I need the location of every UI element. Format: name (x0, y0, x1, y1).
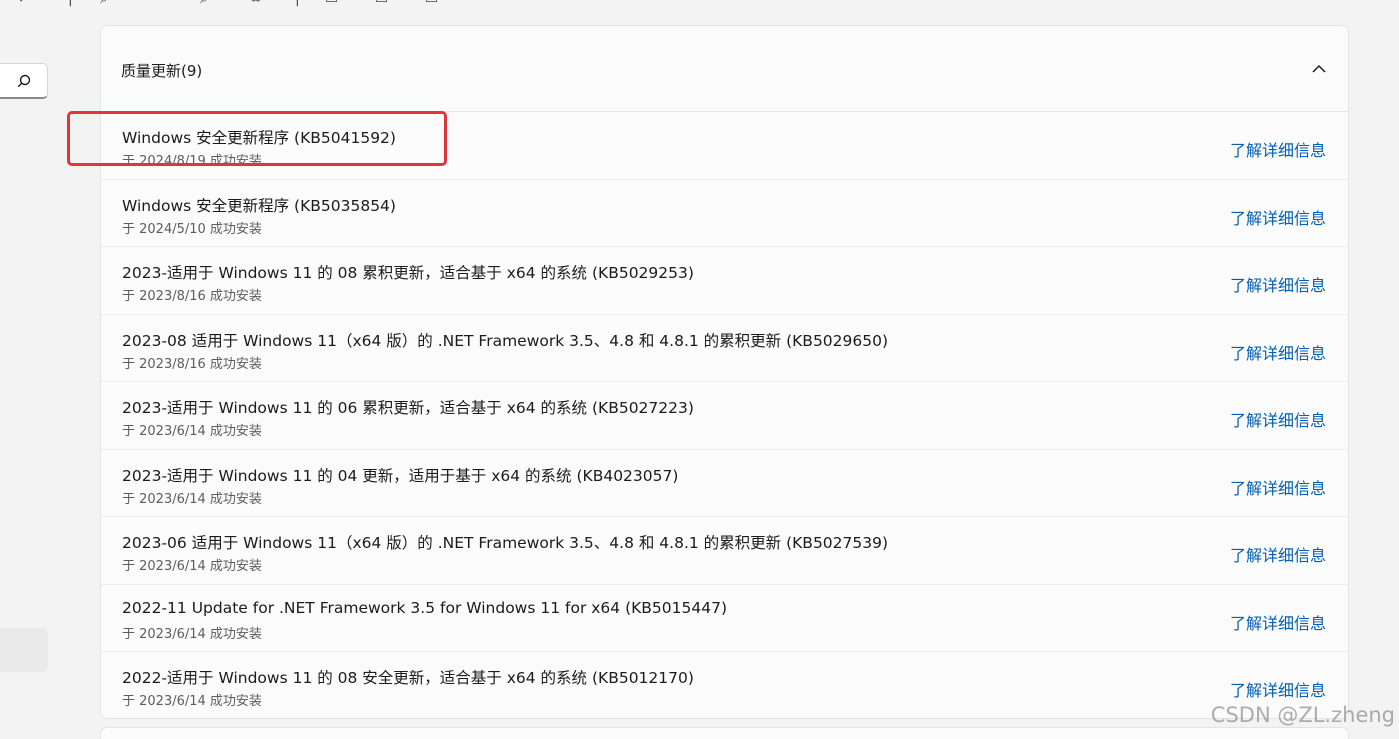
update-date: 于 2023/6/14 成功安装 (122, 491, 262, 507)
chevron-up-icon[interactable] (1310, 60, 1328, 78)
sidebar-item[interactable] (0, 628, 48, 672)
learn-more-link[interactable]: 了解详细信息 (1230, 407, 1326, 431)
learn-more-link[interactable]: 了解详细信息 (1230, 677, 1326, 701)
update-title: 2022-适用于 Windows 11 的 08 安全更新，适合基于 x64 的… (122, 669, 694, 687)
update-date: 于 2023/8/16 成功安装 (122, 356, 262, 372)
learn-more-link[interactable]: 了解详细信息 (1230, 542, 1326, 566)
csdn-watermark: CSDN @ZL.zheng (1210, 703, 1395, 727)
toolbar-glyph-icon[interactable]: ← (18, 0, 30, 7)
update-date: 于 2023/6/14 成功安装 (122, 424, 262, 439)
update-row: 2023-06 适用于 Windows 11（x64 版）的 .NET Fram… (101, 517, 1348, 585)
update-date: 于 2024/8/19 成功安装 (122, 154, 262, 169)
update-row: 2023-08 适用于 Windows 11（x64 版）的 .NET Fram… (101, 314, 1348, 382)
update-title: 2023-08 适用于 Windows 11（x64 版）的 .NET Fram… (122, 331, 889, 350)
update-list: Windows 安全更新程序 (KB5041592) 于 2024/8/19 成… (101, 112, 1348, 718)
update-title: 2022-11 Update for .NET Framework 3.5 fo… (122, 598, 727, 617)
learn-more-link[interactable]: 了解详细信息 (1230, 272, 1326, 296)
toolbar-more-icon[interactable]: ∞ (250, 0, 262, 7)
quality-updates-header[interactable]: 质量更新(9) (101, 26, 1348, 112)
update-row: 2022-11 Update for .NET Framework 3.5 fo… (101, 584, 1348, 652)
update-row: Windows 安全更新程序 (KB5035854) 于 2024/5/10 成… (101, 179, 1348, 247)
update-date: 于 2023/6/14 成功安装 (122, 694, 262, 709)
toolbar-divider-icon: | (295, 0, 300, 7)
learn-more-link[interactable]: 了解详细信息 (1230, 137, 1326, 161)
search-input[interactable] (0, 63, 48, 99)
toolbar-copy-icon[interactable]: ▭ (325, 0, 338, 7)
update-title: 2023-06 适用于 Windows 11（x64 版）的 .NET Fram… (122, 534, 889, 552)
toolbar-save-icon[interactable]: ▭ (375, 0, 388, 7)
update-row: 2023-适用于 Windows 11 的 06 累积更新，适合基于 x64 的… (101, 382, 1348, 450)
panel-title: 质量更新(9) (121, 62, 203, 80)
update-date: 于 2023/6/14 成功安装 (122, 559, 262, 574)
top-toolbar: ← | ⌕ ⌕ ∞ | ▭ ▭ ▭ (0, 0, 1399, 8)
update-row: 2023-适用于 Windows 11 的 04 更新，适用于基于 x64 的系… (101, 449, 1348, 517)
learn-more-link[interactable]: 了解详细信息 (1230, 610, 1326, 634)
toolbar-search-icon[interactable]: ⌕ (100, 0, 108, 7)
next-section-panel[interactable] (100, 727, 1349, 739)
learn-more-link[interactable]: 了解详细信息 (1230, 340, 1326, 364)
toolbar-zoom-icon[interactable]: ⌕ (200, 0, 208, 7)
update-date: 于 2024/5/10 成功安装 (122, 221, 262, 237)
quality-updates-panel: 质量更新(9) Windows 安全更新程序 (KB5041592) 于 202… (100, 25, 1349, 719)
search-icon (17, 74, 31, 88)
toolbar-divider-icon: | (68, 0, 73, 7)
update-row: 2023-适用于 Windows 11 的 08 累积更新，适合基于 x64 的… (101, 247, 1348, 315)
learn-more-link[interactable]: 了解详细信息 (1230, 475, 1326, 499)
update-title: Windows 安全更新程序 (KB5041592) (122, 129, 396, 147)
learn-more-link[interactable]: 了解详细信息 (1230, 205, 1326, 229)
update-title: Windows 安全更新程序 (KB5035854) (122, 196, 396, 215)
update-date: 于 2023/6/14 成功安装 (122, 626, 262, 642)
update-title: 2023-适用于 Windows 11 的 04 更新，适用于基于 x64 的系… (122, 466, 679, 485)
update-row: 2022-适用于 Windows 11 的 08 安全更新，适合基于 x64 的… (101, 652, 1348, 718)
update-title: 2023-适用于 Windows 11 的 08 累积更新，适合基于 x64 的… (122, 264, 694, 282)
toolbar-view-icon[interactable]: ▭ (425, 0, 438, 7)
update-row: Windows 安全更新程序 (KB5041592) 于 2024/8/19 成… (101, 112, 1348, 180)
update-date: 于 2023/8/16 成功安装 (122, 289, 262, 304)
update-title: 2023-适用于 Windows 11 的 06 累积更新，适合基于 x64 的… (122, 399, 694, 417)
